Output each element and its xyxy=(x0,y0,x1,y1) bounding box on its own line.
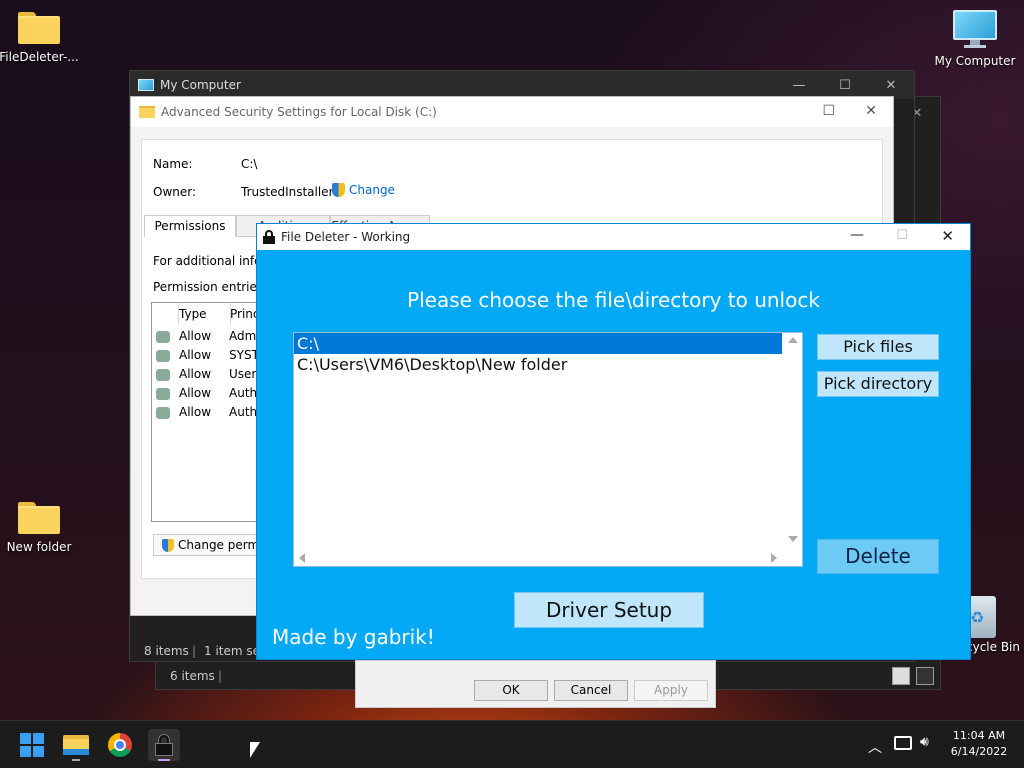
change-permissions-button[interactable]: Change permis xyxy=(153,534,273,556)
clock-date: 6/14/2022 xyxy=(950,745,1008,758)
dialog-button-bar: OK Cancel Apply xyxy=(355,660,716,708)
entries-label: Permission entries: xyxy=(153,280,268,294)
table-row[interactable]: Allow Authe xyxy=(156,405,265,419)
desktop-icon-filedeleter[interactable]: FileDeleter-... xyxy=(0,12,81,64)
start-button[interactable] xyxy=(16,729,48,761)
mouse-cursor-icon xyxy=(250,742,260,758)
desktop-icon-my-computer[interactable]: My Computer xyxy=(933,10,1017,68)
table-row[interactable]: Allow SYSTE xyxy=(156,348,266,362)
lock-icon xyxy=(156,735,172,755)
taskbar-chrome[interactable] xyxy=(104,729,136,761)
list-item[interactable]: C:\Users\VM6\Desktop\New folder xyxy=(294,354,802,375)
ok-button[interactable]: OK xyxy=(474,680,548,701)
maximize-icon[interactable]: ☐ xyxy=(896,228,908,243)
driver-setup-button[interactable]: Driver Setup xyxy=(514,592,704,628)
clock-time: 11:04 AM xyxy=(952,729,1006,742)
horizontal-scrollbar[interactable] xyxy=(294,549,786,566)
users-icon xyxy=(156,330,170,343)
instruction-heading: Please choose the file\directory to unlo… xyxy=(407,288,820,312)
taskbar-file-deleter[interactable] xyxy=(148,729,180,761)
vertical-scrollbar[interactable] xyxy=(784,333,802,550)
network-icon[interactable] xyxy=(894,736,912,750)
permission-entries-list[interactable]: Type Princ Allow Admi Allow SYSTE Allow … xyxy=(151,302,271,522)
delete-button[interactable]: Delete xyxy=(817,539,939,574)
folder-icon xyxy=(18,12,60,44)
users-icon xyxy=(156,368,170,381)
file-list[interactable]: C:\ C:\Users\VM6\Desktop\New folder xyxy=(293,332,803,567)
scroll-down-icon[interactable] xyxy=(788,536,798,542)
status-items: 6 items xyxy=(170,669,215,683)
scroll-up-icon[interactable] xyxy=(788,337,798,343)
desktop-icon-label: My Computer xyxy=(934,54,1016,68)
pick-directory-button[interactable]: Pick directory xyxy=(817,371,939,397)
tiles-view-icon[interactable] xyxy=(916,667,934,685)
table-row[interactable]: Allow Authe xyxy=(156,386,265,400)
close-icon[interactable]: ✕ xyxy=(941,227,954,245)
taskbar: ︿ 🔊︎ 11:04 AM 6/14/2022 xyxy=(0,720,1024,768)
chevron-up-icon[interactable]: ︿ xyxy=(868,737,882,757)
info-text: For additional infor xyxy=(153,254,267,268)
users-icon xyxy=(156,387,170,400)
column-type[interactable]: Type xyxy=(179,307,207,321)
taskbar-file-explorer[interactable] xyxy=(60,729,92,761)
file-deleter-window[interactable]: File Deleter - Working — ☐ ✕ Please choo… xyxy=(256,223,971,660)
owner-value: TrustedInstaller xyxy=(241,185,334,199)
desktop-icon-label: New folder xyxy=(6,540,72,554)
window-title: Advanced Security Settings for Local Dis… xyxy=(161,105,437,119)
monitor-icon xyxy=(953,10,997,50)
folder-icon xyxy=(18,502,60,534)
close-icon[interactable]: ✕ xyxy=(865,103,877,119)
list-item[interactable]: C:\ xyxy=(294,333,782,354)
name-value: C:\ xyxy=(241,157,258,171)
name-label: Name: xyxy=(153,157,193,171)
status-items: 8 items xyxy=(144,644,189,658)
window-title: File Deleter - Working xyxy=(281,230,411,244)
folder-icon xyxy=(63,735,89,755)
users-icon xyxy=(156,406,170,419)
users-icon xyxy=(156,349,170,362)
pick-files-button[interactable]: Pick files xyxy=(817,334,939,360)
volume-icon[interactable]: 🔊︎ xyxy=(920,734,929,750)
minimize-icon[interactable]: — xyxy=(850,227,864,243)
maximize-icon[interactable]: ☐ xyxy=(822,103,835,119)
apply-button[interactable]: Apply xyxy=(634,680,708,701)
chrome-icon xyxy=(108,733,132,757)
uac-shield-icon xyxy=(162,538,174,552)
details-view-icon[interactable] xyxy=(892,667,910,685)
computer-icon xyxy=(138,79,154,91)
desktop-icon-label: FileDeleter-... xyxy=(0,50,79,64)
clock[interactable]: 11:04 AM 6/14/2022 xyxy=(944,729,1014,758)
lock-icon xyxy=(263,230,275,244)
table-row[interactable]: Allow Users xyxy=(156,367,263,381)
title-bar: File Deleter - Working — ☐ ✕ xyxy=(257,224,970,250)
folder-icon xyxy=(139,106,155,118)
desktop-icon-new-folder[interactable]: New folder xyxy=(0,502,81,554)
uac-shield-icon xyxy=(332,183,345,197)
maximize-icon[interactable]: ☐ xyxy=(822,71,868,99)
table-row[interactable]: Allow Admi xyxy=(156,329,260,343)
windows-icon xyxy=(20,733,44,757)
owner-label: Owner: xyxy=(153,185,197,199)
tab-permissions[interactable]: Permissions xyxy=(144,215,236,237)
credit-text: Made by gabrik! xyxy=(272,625,435,649)
scroll-left-icon[interactable] xyxy=(299,553,305,563)
change-owner-link[interactable]: Change xyxy=(332,183,395,197)
window-title: My Computer xyxy=(160,78,241,92)
minimize-icon[interactable]: — xyxy=(776,71,822,99)
close-icon[interactable]: ✕ xyxy=(868,71,914,99)
title-bar: Advanced Security Settings for Local Dis… xyxy=(131,97,893,127)
cancel-button[interactable]: Cancel xyxy=(554,680,628,701)
scroll-right-icon[interactable] xyxy=(771,553,777,563)
